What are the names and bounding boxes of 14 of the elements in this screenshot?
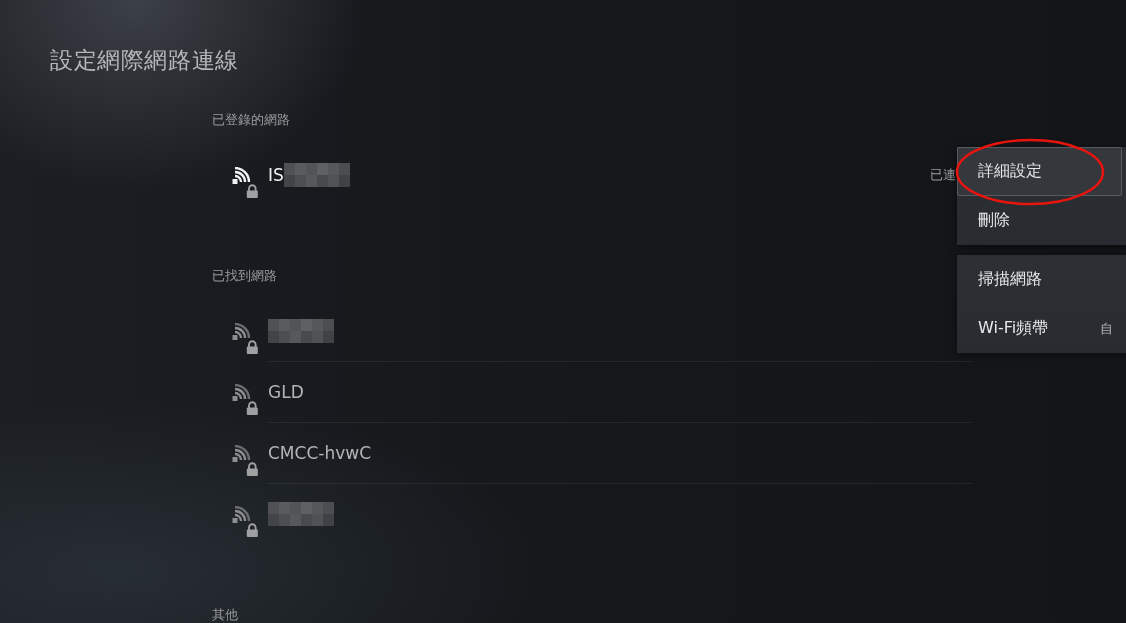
menu-item-value: 自 <box>1100 319 1113 338</box>
menu-item[interactable]: 掃描網路 <box>957 255 1126 304</box>
network-name[interactable]: GLD <box>268 381 304 403</box>
menu-item[interactable]: Wi-Fi頻帶 自 <box>957 304 1126 353</box>
menu-item-label: Wi-Fi頻帶 <box>978 318 1049 339</box>
menu-item[interactable]: 刪除 <box>957 196 1126 245</box>
section-heading: 已找到網路 <box>212 268 277 284</box>
section-heading: 已登錄的網路 <box>212 112 290 128</box>
page-title: 設定網際網路連線 <box>50 46 239 74</box>
section-heading: 其他 <box>212 607 238 623</box>
network-name[interactable]: IS <box>268 164 284 186</box>
menu-item[interactable]: 詳細設定 <box>957 147 1122 196</box>
connection-status: 已連 <box>930 166 956 184</box>
network-name[interactable]: CMCC-hvwC <box>268 442 372 464</box>
